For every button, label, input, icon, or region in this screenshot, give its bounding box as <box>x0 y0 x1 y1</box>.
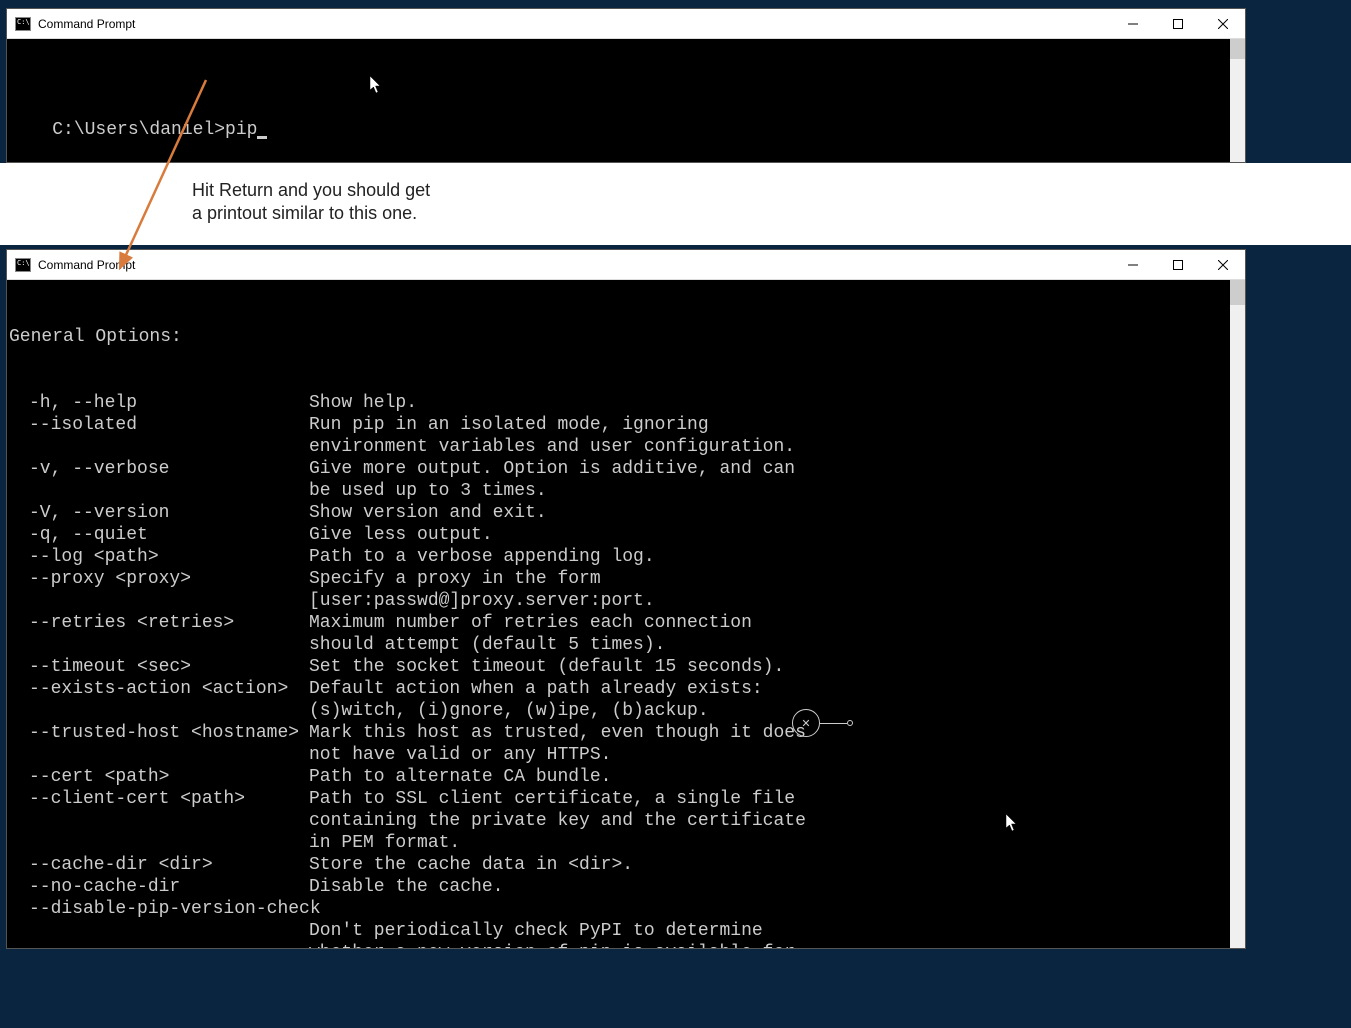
option-flag: --proxy <proxy> <box>9 568 309 612</box>
terminal-area-bottom[interactable]: General Options: -h, --helpShow help.--i… <box>7 280 1245 948</box>
option-row: --timeout <sec>Set the socket timeout (d… <box>9 656 1243 678</box>
options-list: -h, --helpShow help.--isolatedRun pip in… <box>9 392 1243 948</box>
close-button[interactable] <box>1200 250 1245 279</box>
option-row: --cache-dir <dir>Store the cache data in… <box>9 854 1243 876</box>
prompt-line: C:\Users\daniel>pip <box>52 120 257 140</box>
scrollbar-thumb-bottom[interactable] <box>1230 280 1245 305</box>
option-row: -V, --versionShow version and exit. <box>9 502 1243 524</box>
option-desc: Show version and exit. <box>309 502 809 524</box>
close-icon <box>1218 19 1228 29</box>
option-flag: -v, --verbose <box>9 458 309 502</box>
option-flag: --client-cert <path> <box>9 788 309 854</box>
text-cursor <box>257 136 267 139</box>
terminal-area-top[interactable]: C:\Users\daniel>pip <box>7 39 1245 162</box>
option-desc: Set the socket timeout (default 15 secon… <box>309 656 809 678</box>
maximize-button[interactable] <box>1155 9 1200 38</box>
option-flag: --timeout <sec> <box>9 656 309 678</box>
minimize-button[interactable] <box>1110 9 1155 38</box>
option-desc: Don't periodically check PyPI to determi… <box>309 920 809 948</box>
option-flag: --cache-dir <dir> <box>9 854 309 876</box>
option-row: Don't periodically check PyPI to determi… <box>9 920 1243 948</box>
option-flag: --retries <retries> <box>9 612 309 656</box>
window-title-bottom: Command Prompt <box>38 258 135 272</box>
option-desc: Give more output. Option is additive, an… <box>309 458 809 502</box>
minimize-button[interactable] <box>1110 250 1155 279</box>
option-desc: Give less output. <box>309 524 809 546</box>
option-desc: Path to a verbose appending log. <box>309 546 809 568</box>
option-row: --disable-pip-version-check <box>9 898 1243 920</box>
annotation-handle-icon[interactable] <box>847 720 853 726</box>
option-row: --exists-action <action>Default action w… <box>9 678 1243 722</box>
option-row: --cert <path>Path to alternate CA bundle… <box>9 766 1243 788</box>
option-desc: Store the cache data in <dir>. <box>309 854 809 876</box>
close-icon <box>1218 260 1228 270</box>
option-row: -v, --verboseGive more output. Option is… <box>9 458 1243 502</box>
option-desc: Maximum number of retries each connectio… <box>309 612 809 656</box>
instruction-text: Hit Return and you should get a printout… <box>192 179 432 225</box>
option-row: --no-cache-dirDisable the cache. <box>9 876 1243 898</box>
option-flag: --isolated <box>9 414 309 458</box>
option-flag: -h, --help <box>9 392 309 414</box>
option-flag: --log <path> <box>9 546 309 568</box>
annotation-close-icon[interactable]: ✕ <box>792 709 820 737</box>
window-controls-bottom <box>1110 250 1245 279</box>
option-desc: Path to alternate CA bundle. <box>309 766 809 788</box>
option-row: --retries <retries>Maximum number of ret… <box>9 612 1243 656</box>
cmd-window-bottom: C:\_ Command Prompt General Options: -h,… <box>6 249 1246 949</box>
titlebar-left-bottom: C:\_ Command Prompt <box>15 258 135 272</box>
titlebar-bottom[interactable]: C:\_ Command Prompt <box>7 250 1245 280</box>
close-button[interactable] <box>1200 9 1245 38</box>
option-flag: -V, --version <box>9 502 309 524</box>
scrollbar-thumb-top[interactable] <box>1230 39 1245 59</box>
option-flag: --no-cache-dir <box>9 876 309 898</box>
cmd-window-top: C:\_ Command Prompt C:\Users\daniel>pip <box>6 8 1246 163</box>
titlebar-top[interactable]: C:\_ Command Prompt <box>7 9 1245 39</box>
option-row: --log <path>Path to a verbose appending … <box>9 546 1243 568</box>
option-flag: --cert <path> <box>9 766 309 788</box>
cmd-icon: C:\_ <box>15 17 31 31</box>
option-row: --proxy <proxy>Specify a proxy in the fo… <box>9 568 1243 612</box>
minimize-icon <box>1128 260 1138 270</box>
option-desc: Specify a proxy in the form [user:passwd… <box>309 568 809 612</box>
window-controls <box>1110 9 1245 38</box>
option-row: -q, --quietGive less output. <box>9 524 1243 546</box>
option-flag: --disable-pip-version-check <box>9 898 309 920</box>
scrollbar-bottom[interactable] <box>1230 280 1245 948</box>
cmd-icon: C:\_ <box>15 258 31 272</box>
option-desc: Path to SSL client certificate, a single… <box>309 788 809 854</box>
annotation-widget[interactable]: ✕ <box>792 709 853 737</box>
titlebar-left: C:\_ Command Prompt <box>15 17 135 31</box>
maximize-icon <box>1173 260 1183 270</box>
option-row: --client-cert <path>Path to SSL client c… <box>9 788 1243 854</box>
minimize-icon <box>1128 19 1138 29</box>
option-row: -h, --helpShow help. <box>9 392 1243 414</box>
window-title: Command Prompt <box>38 17 135 31</box>
option-desc: Disable the cache. <box>309 876 809 898</box>
section-header: General Options: <box>9 326 1243 348</box>
option-flag <box>9 920 309 948</box>
instruction-strip: Hit Return and you should get a printout… <box>0 163 1351 245</box>
option-desc <box>309 898 809 920</box>
option-flag: --trusted-host <hostname> <box>9 722 309 766</box>
maximize-icon <box>1173 19 1183 29</box>
option-flag: --exists-action <action> <box>9 678 309 722</box>
option-desc: Show help. <box>309 392 809 414</box>
maximize-button[interactable] <box>1155 250 1200 279</box>
option-desc: Mark this host as trusted, even though i… <box>309 722 809 766</box>
option-desc: Run pip in an isolated mode, ignoring en… <box>309 414 809 458</box>
option-row: --isolatedRun pip in an isolated mode, i… <box>9 414 1243 458</box>
option-flag: -q, --quiet <box>9 524 309 546</box>
annotation-connector <box>820 723 847 724</box>
option-row: --trusted-host <hostname>Mark this host … <box>9 722 1243 766</box>
scrollbar-top[interactable] <box>1230 39 1245 162</box>
option-desc: Default action when a path already exist… <box>309 678 809 722</box>
